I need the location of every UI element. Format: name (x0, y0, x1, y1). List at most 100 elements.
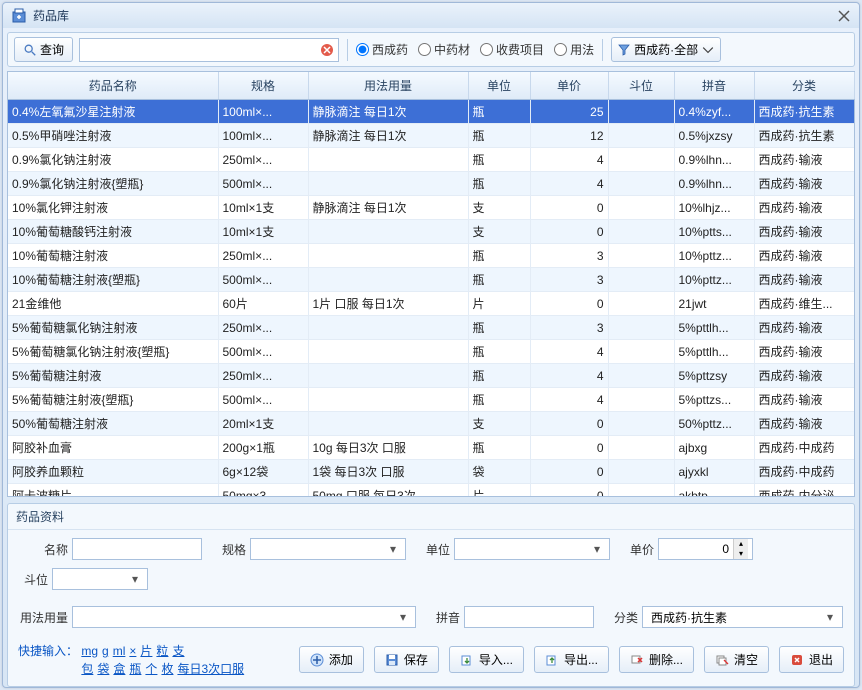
table-row[interactable]: 阿胶补血膏200g×1瓶10g 每日3次 口服瓶0ajbxg西成药·中成药 (8, 436, 854, 460)
import-button[interactable]: 导入... (449, 646, 524, 673)
quick-link[interactable]: 每日3次口服 (177, 662, 244, 676)
quick-input: 快捷输入： mggml×片粒支 快捷输入： 包袋盒瓶个枚每日3次口服 (18, 642, 288, 678)
field-pinyin[interactable] (464, 606, 594, 628)
delete-button[interactable]: 删除... (619, 646, 694, 673)
chevron-down-icon (702, 44, 714, 56)
app-icon (11, 8, 27, 24)
table-row[interactable]: 21金维他60片1片 口服 每日1次片021jwt西成药·维生... (8, 292, 854, 316)
table-row[interactable]: 阿胶养血颗粒6g×12袋1袋 每日3次 口服袋0ajyxkl西成药·中成药 (8, 460, 854, 484)
table-row[interactable]: 5%葡萄糖注射液250ml×...瓶45%pttzsy西成药·输液 (8, 364, 854, 388)
save-button[interactable]: 保存 (374, 646, 439, 673)
search-button[interactable]: 查询 (14, 37, 73, 62)
lbl-usage: 用法用量 (18, 609, 68, 626)
col-price[interactable]: 单价 (530, 72, 608, 100)
radio-western[interactable]: 西成药 (356, 41, 408, 58)
radio-herbal[interactable]: 中药材 (418, 41, 470, 58)
col-category[interactable]: 分类 (754, 72, 854, 100)
field-name[interactable] (72, 538, 202, 560)
search-icon (23, 43, 37, 57)
table-row[interactable]: 10%葡萄糖注射液250ml×...瓶310%pttz...西成药·输液 (8, 244, 854, 268)
filter-dropdown[interactable]: 西成药·全部 (611, 37, 721, 62)
radio-fee[interactable]: 收费项目 (480, 41, 544, 58)
radio-usage-label: 用法 (570, 41, 594, 58)
field-unit[interactable]: ▾ (454, 538, 610, 560)
field-usage[interactable]: ▾ (72, 606, 416, 628)
table-row[interactable]: 5%葡萄糖氯化钠注射液250ml×...瓶35%pttlh...西成药·输液 (8, 316, 854, 340)
lbl-pinyin: 拼音 (430, 609, 460, 626)
col-name[interactable]: 药品名称 (8, 72, 218, 100)
detail-panel: 药品资料 名称 规格 ▾ 单位 ▾ 单价 ▴▾ 斗位 ▾ 用法用量 ▾ 拼音 分… (7, 503, 855, 687)
quick-link[interactable]: 袋 (97, 662, 109, 676)
field-spec[interactable]: ▾ (250, 538, 406, 560)
window-close-button[interactable] (837, 9, 851, 23)
quick-link[interactable]: × (129, 644, 136, 658)
quick-label: 快捷输入： (18, 644, 78, 658)
search-input[interactable] (79, 38, 339, 62)
lbl-spec: 规格 (216, 541, 246, 558)
chevron-down-icon[interactable]: ▾ (127, 572, 143, 586)
col-unit[interactable]: 单位 (468, 72, 530, 100)
table-row[interactable]: 阿卡波糖片50mg×3...50mg 口服 每日3次片0akbtp西成药·内分泌 (8, 484, 854, 497)
table-row[interactable]: 10%氯化钾注射液10ml×1支静脉滴注 每日1次支010%lhjz...西成药… (8, 196, 854, 220)
plus-icon (310, 653, 324, 667)
export-icon (545, 653, 559, 667)
lbl-category: 分类 (608, 609, 638, 626)
col-spec[interactable]: 规格 (218, 72, 308, 100)
chevron-down-icon[interactable]: ▾ (385, 542, 401, 556)
titlebar: 药品库 (3, 3, 859, 28)
quick-link[interactable]: mg (81, 644, 98, 658)
quick-link[interactable]: 个 (145, 662, 157, 676)
quick-link[interactable]: ml (113, 644, 126, 658)
quick-link[interactable]: 支 (172, 644, 184, 658)
spin-down[interactable]: ▾ (734, 549, 748, 559)
export-button[interactable]: 导出... (534, 646, 609, 673)
search-input-wrap (79, 38, 339, 62)
quick-link[interactable]: 枚 (161, 662, 173, 676)
chevron-down-icon[interactable]: ▾ (822, 610, 838, 624)
lbl-slot: 斗位 (18, 571, 48, 588)
table-row[interactable]: 50%葡萄糖注射液20ml×1支支050%pttz...西成药·输液 (8, 412, 854, 436)
grid-scroll[interactable]: 0.4%左氧氟沙星注射液100ml×...静脉滴注 每日1次瓶250.4%zyf… (8, 100, 854, 496)
table-row[interactable]: 0.9%氯化钠注射液250ml×...瓶40.9%lhn...西成药·输液 (8, 148, 854, 172)
table-row[interactable]: 0.5%甲硝唑注射液100ml×...静脉滴注 每日1次瓶120.5%jxzsy… (8, 124, 854, 148)
window-title: 药品库 (33, 7, 837, 24)
quick-link[interactable]: 包 (81, 662, 93, 676)
lbl-unit: 单位 (420, 541, 450, 558)
quick-link[interactable]: g (102, 644, 109, 658)
filter-label: 西成药·全部 (634, 41, 698, 58)
table-row[interactable]: 10%葡萄糖酸钙注射液10ml×1支支010%ptts...西成药·输液 (8, 220, 854, 244)
radio-western-label: 西成药 (372, 41, 408, 58)
spin-up[interactable]: ▴ (734, 539, 748, 549)
field-category[interactable]: ▾ (642, 606, 843, 628)
table-row[interactable]: 10%葡萄糖注射液{塑瓶}500ml×...瓶310%pttz...西成药·输液 (8, 268, 854, 292)
field-price[interactable]: ▴▾ (658, 538, 753, 560)
exit-button[interactable]: 退出 (779, 646, 844, 673)
table-row[interactable]: 0.4%左氧氟沙星注射液100ml×...静脉滴注 每日1次瓶250.4%zyf… (8, 100, 854, 124)
clear-icon[interactable] (319, 42, 335, 58)
lbl-name: 名称 (18, 541, 68, 558)
quick-link[interactable]: 瓶 (129, 662, 141, 676)
import-icon (460, 653, 474, 667)
radio-herbal-label: 中药材 (434, 41, 470, 58)
table-row[interactable]: 5%葡萄糖氯化钠注射液{塑瓶}500ml×...瓶45%pttlh...西成药·… (8, 340, 854, 364)
radio-usage[interactable]: 用法 (554, 41, 594, 58)
quick-link[interactable]: 片 (140, 644, 152, 658)
add-button[interactable]: 添加 (299, 646, 364, 673)
radio-fee-label: 收费项目 (496, 41, 544, 58)
table-row[interactable]: 5%葡萄糖注射液{塑瓶}500ml×...瓶45%pttzs...西成药·输液 (8, 388, 854, 412)
divider (602, 39, 603, 61)
clear-button[interactable]: 清空 (704, 646, 769, 673)
table-row[interactable]: 0.9%氯化钠注射液{塑瓶}500ml×...瓶40.9%lhn...西成药·输… (8, 172, 854, 196)
quick-link[interactable]: 盒 (113, 662, 125, 676)
bottom-bar: 快捷输入： mggml×片粒支 快捷输入： 包袋盒瓶个枚每日3次口服 添加 保存… (8, 636, 854, 686)
chevron-down-icon[interactable]: ▾ (589, 542, 605, 556)
quick-link[interactable]: 粒 (156, 644, 168, 658)
action-buttons: 添加 保存 导入... 导出... 删除... 清空 退出 (298, 642, 844, 673)
field-slot[interactable]: ▾ (52, 568, 148, 590)
chevron-down-icon[interactable]: ▾ (395, 610, 411, 624)
col-pinyin[interactable]: 拼音 (674, 72, 754, 100)
col-slot[interactable]: 斗位 (608, 72, 674, 100)
col-usage[interactable]: 用法用量 (308, 72, 468, 100)
grid-header-row: 药品名称 规格 用法用量 单位 单价 斗位 拼音 分类 (8, 72, 854, 100)
detail-form: 名称 规格 ▾ 单位 ▾ 单价 ▴▾ 斗位 ▾ 用法用量 ▾ 拼音 分类 ▾ (8, 530, 854, 636)
